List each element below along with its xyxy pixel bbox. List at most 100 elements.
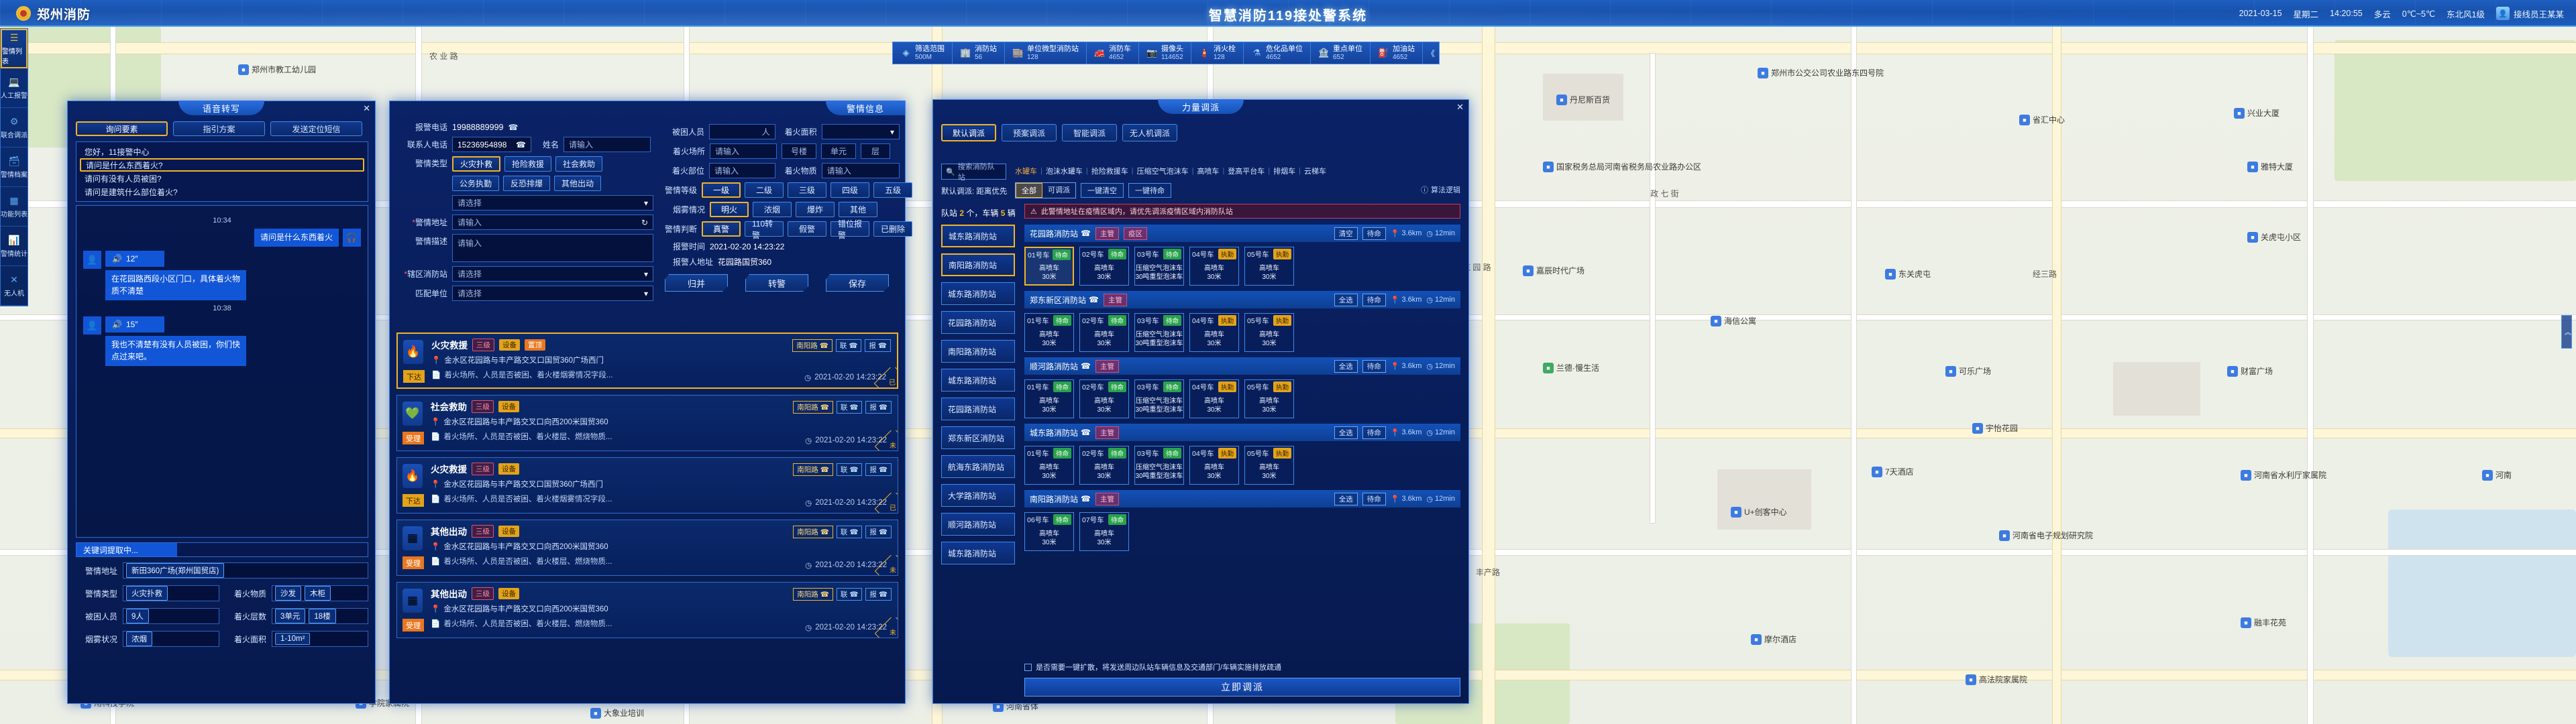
vehicle-card-3[interactable]: 04号车 执勤 高喷车 30米 [1189, 379, 1239, 418]
judge-option-2[interactable]: 假警 [788, 221, 827, 237]
statbar-collapse-button[interactable]: 《 [1423, 42, 1439, 64]
sidebar-item-1[interactable]: 💻 人工报警 [1, 68, 28, 108]
vehicle-card-0[interactable]: 01号车 待命 高喷车 30米 [1024, 379, 1074, 418]
contact-phone-field[interactable]: 15236954898 ☎ [452, 137, 531, 152]
station-bulk-button-2[interactable]: 待命 [1362, 227, 1386, 240]
station-bulk-button-2[interactable]: 待命 [1362, 426, 1386, 439]
vehicle-card-1[interactable]: 02号车 待命 高喷车 30米 [1079, 313, 1129, 352]
sidebar-item-6[interactable]: ✕ 无人机 [1, 266, 28, 306]
alarm-action-2[interactable]: 保存 [826, 274, 889, 292]
voice-clip-bubble[interactable]: 🔊 12″ [105, 251, 164, 267]
station-item-3[interactable]: 花园路消防站 [941, 311, 1015, 334]
voice-tab-2[interactable]: 发送定位短信 [270, 121, 362, 136]
judge-option-4[interactable]: 已删除 [873, 221, 913, 237]
sidebar-item-4[interactable]: ▦ 功能列表 [1, 187, 28, 227]
phone-icon[interactable]: ☎ [1081, 428, 1091, 437]
station-item-11[interactable]: 城东路消防站 [941, 542, 1015, 564]
vehicle-card-1[interactable]: 02号车 待命 高喷车 30米 [1079, 379, 1129, 418]
alarm-level-option-2[interactable]: 三级 [788, 182, 827, 198]
vehicle-card-3[interactable]: 04号车 执勤 高喷车 30米 [1189, 313, 1239, 352]
dispatch-tab-2[interactable]: 智能调派 [1062, 124, 1117, 141]
stat-camera[interactable]: 📷 摄像头 114652 [1139, 42, 1191, 64]
extracted-chip[interactable]: 新田360广场(郑州国贸店) [126, 563, 225, 578]
extracted-chip[interactable]: 火灾扑救 [126, 586, 168, 601]
close-icon[interactable]: ✕ [363, 104, 370, 113]
extracted-chip[interactable]: 沙发 [275, 586, 301, 601]
alarm-level-option-1[interactable]: 二级 [745, 182, 784, 198]
station-bulk-button-1[interactable]: 全选 [1334, 293, 1358, 306]
voice-tab-0[interactable]: 询问要素 [76, 121, 168, 136]
vehicle-card-4[interactable]: 05号车 执勤 高喷车 30米 [1244, 446, 1294, 485]
alarm-tag-2[interactable]: 报 ☎ [865, 588, 892, 601]
sidebar-item-2[interactable]: ⚙ 联合调派 [1, 108, 28, 147]
dispatch-tab-1[interactable]: 预案调派 [1002, 124, 1057, 141]
building-no-field[interactable]: 号楼 [782, 143, 816, 159]
alarm-subtype-select[interactable]: 请选择 ▾ [452, 195, 653, 210]
question-item-1[interactable]: 请问是什么东西着火? [80, 158, 364, 172]
district-station-select[interactable]: 请选择 ▾ [452, 266, 653, 282]
voice-clip-bubble[interactable]: 🔊 15″ [105, 316, 164, 333]
dispatch-tab-0[interactable]: 默认调派 [941, 124, 996, 141]
sidebar-item-5[interactable]: 📊 警情统计 [1, 227, 28, 266]
stat-mini-station[interactable]: 🏬 单位微型消防站 128 [1005, 42, 1087, 64]
vehicle-card-2[interactable]: 03号车 待命 压缩空气泡沫车 30吨重型泡沫车 [1134, 313, 1184, 352]
alarm-tag-1[interactable]: 联 ☎ [836, 588, 863, 601]
alarm-tag-0[interactable]: 南阳路 ☎ [793, 588, 833, 601]
vehicle-card-0[interactable]: 01号车 待命 高喷车 30米 [1024, 313, 1074, 352]
alarm-tag-2[interactable]: 报 ☎ [865, 463, 892, 476]
vehicle-type-1[interactable]: 泡沫水罐车 [1046, 166, 1083, 176]
dispatch-now-button[interactable]: 立即调派 [1024, 678, 1460, 697]
alarm-type-option-5[interactable]: 其他出动 [554, 176, 602, 191]
station-item-10[interactable]: 顺河路消防站 [941, 513, 1015, 536]
fire-material-field[interactable]: 请输入 [821, 163, 900, 178]
station-item-8[interactable]: 航海东路消防站 [941, 455, 1015, 478]
table-row[interactable]: 🔥 下达 火灾救援 三级 设备 置顶 📍 金水区花园路与丰产路交叉口国贸360广场西门 📄 着火场… [396, 333, 898, 389]
station-list[interactable]: 城东路消防站 南阳路消防站 城东路消防站 花园路消防站 南阳路消防站 城东路消防站 花园路消… [941, 225, 1015, 687]
alarm-level-option-0[interactable]: 一级 [702, 182, 741, 198]
alarm-tag-1[interactable]: 联 ☎ [835, 339, 862, 352]
vehicle-card-3[interactable]: 04号车 执勤 高喷车 30米 [1189, 247, 1239, 286]
alarm-address-field[interactable]: 请输入 ↻ [452, 215, 653, 230]
voice-tab-1[interactable]: 指引方案 [173, 121, 265, 136]
alarm-desc-field[interactable]: 请输入 [452, 234, 653, 262]
alarm-level-option-4[interactable]: 五级 [873, 182, 913, 198]
judge-option-0[interactable]: 真警 [702, 221, 741, 237]
extracted-chip[interactable]: 18楼 [309, 609, 336, 623]
vehicle-type-3[interactable]: 压缩空气泡沫车 [1137, 166, 1189, 176]
dispatch-tab-3[interactable]: 无人机调派 [1122, 124, 1177, 141]
judge-option-3[interactable]: 错位报警 [830, 219, 870, 240]
standby-all-button[interactable]: 一键待命 [1128, 183, 1171, 198]
scope-option-1[interactable]: 可调派 [1042, 183, 1075, 198]
extracted-chip[interactable]: 3单元 [275, 609, 306, 623]
smoke-option-1[interactable]: 浓烟 [753, 202, 792, 217]
station-item-9[interactable]: 大学路消防站 [941, 484, 1015, 507]
fire-part-field[interactable]: 请输入 [709, 163, 775, 178]
alarm-type-option-1[interactable]: 抢险救援 [504, 156, 552, 172]
alarm-action-0[interactable]: 归并 [665, 274, 728, 292]
trapped-field[interactable]: 人 [709, 124, 775, 139]
table-row[interactable]: 🔥 下达 火灾救援 三级 设备 📍 金水区花园路与丰产路交叉口国贸360广场西门 📄 着火场所、… [396, 457, 898, 514]
station-item-4[interactable]: 南阳路消防站 [941, 340, 1015, 363]
vehicle-type-2[interactable]: 抢险救援车 [1091, 166, 1128, 176]
phone-icon[interactable]: ☎ [1081, 361, 1091, 371]
vehicle-card-2[interactable]: 03号车 待命 压缩空气泡沫车 30吨重型泡沫车 [1134, 379, 1184, 418]
stat-key-unit[interactable]: 🏦 重点单位 652 [1311, 42, 1371, 64]
alarm-tag-1[interactable]: 联 ☎ [836, 463, 863, 476]
alarm-tag-0[interactable]: 南阳路 ☎ [793, 526, 833, 538]
phone-icon[interactable]: ☎ [516, 140, 526, 149]
station-bulk-button-2[interactable]: 待命 [1362, 293, 1386, 306]
judge-option-1[interactable]: 110转警 [745, 219, 784, 240]
diffusion-option-row[interactable]: 是否需要一键扩散，将发送周边队站车辆信息及交通部门/车辆实施排放疏通 [1024, 662, 1460, 672]
scope-segmented-control[interactable]: 全部 可调派 [1015, 182, 1076, 198]
clear-all-button[interactable]: 一键清空 [1081, 183, 1124, 198]
station-item-2[interactable]: 城东路消防站 [941, 282, 1015, 305]
dispatch-station-groups[interactable]: 花园路消防站 ☎ 主管 疫区 清空 待命 📍 3.6km ◷ 12min 01号车 待命 高喷车 30米 0… [1024, 225, 1460, 660]
station-bulk-button-1[interactable]: 全选 [1334, 426, 1358, 439]
alarm-tag-0[interactable]: 南阳路 ☎ [793, 401, 833, 414]
contact-name-field[interactable]: 请输入 [564, 137, 651, 152]
alarm-tag-1[interactable]: 联 ☎ [836, 401, 863, 414]
station-bulk-button-1[interactable]: 全选 [1334, 492, 1358, 505]
sidebar-item-3[interactable]: 🗃 警情档案 [1, 147, 28, 187]
stat-gas-station[interactable]: ⛽ 加油站 4652 [1371, 42, 1423, 64]
extracted-chip[interactable]: 9人 [126, 609, 149, 623]
